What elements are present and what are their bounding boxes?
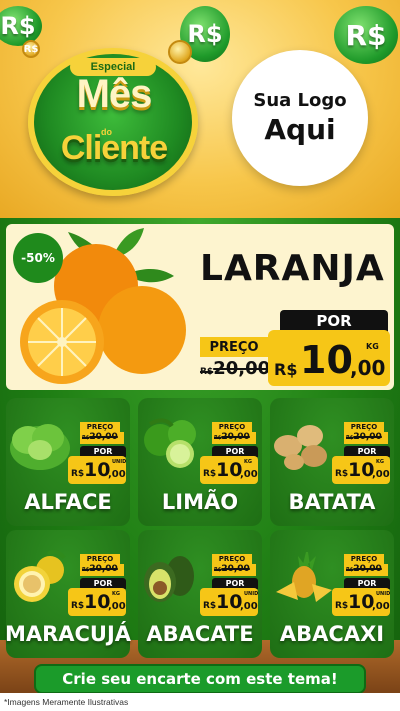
product-unit: UNID <box>244 591 259 597</box>
product-new-rs: R$ <box>203 469 217 479</box>
hero-new-dec: ,00 <box>350 356 386 380</box>
product-new-rs: R$ <box>335 469 349 479</box>
product-new-dec: ,00 <box>240 601 258 612</box>
hero-old-rs: R$ <box>200 367 214 377</box>
hero-new-price: R$ 10 ,00 KG <box>268 330 390 386</box>
product-name: LIMÃO <box>161 490 239 514</box>
money-bag-icon: R$ <box>0 6 42 46</box>
coin-icon: R$ <box>22 40 40 58</box>
product-old-value: 20,00 <box>353 564 382 574</box>
footer-disclaimer: *Imagens Meramente Ilustrativas <box>0 693 400 711</box>
coin-symbol: R$ <box>345 18 387 52</box>
lettuce-image <box>10 424 70 470</box>
product-old-rs: R$ <box>214 567 222 573</box>
coin-symbol: R$ <box>187 20 223 48</box>
product-unit: UNID <box>112 459 127 465</box>
pineapple-image <box>276 552 332 602</box>
product-new-int: 10 <box>84 459 111 481</box>
discount-badge: -50% <box>13 233 63 283</box>
product-preco-label: PREÇO <box>212 554 252 564</box>
lime-image <box>144 418 196 468</box>
potato-image <box>274 425 327 470</box>
coin-symbol: R$ <box>0 12 36 40</box>
product-old-value: 20,00 <box>89 432 118 442</box>
hero-old-price: R$ 20,00 <box>200 358 270 380</box>
product-new-int: 10 <box>216 459 243 481</box>
product-new-price: R$ 10,00 UNID <box>68 456 126 484</box>
product-new-rs: R$ <box>71 469 85 479</box>
logo-placeholder[interactable]: Sua Logo Aqui <box>232 50 368 186</box>
product-old-value: 20,00 <box>89 564 118 574</box>
product-new-dec: ,00 <box>372 469 390 480</box>
product-old-rs: R$ <box>346 567 354 573</box>
product-new-price: R$ 10,00 UNID <box>200 588 258 616</box>
product-name: MARACUJÁ <box>4 622 132 646</box>
product-unit: KG <box>112 591 120 597</box>
product-unit: KG <box>244 459 252 465</box>
product-old-price: R$ 20,00 <box>80 432 124 444</box>
product-new-price: R$ 10,00 KG <box>200 456 258 484</box>
product-new-rs: R$ <box>203 601 217 611</box>
product-new-dec: ,00 <box>372 601 390 612</box>
product-new-dec: ,00 <box>108 601 126 612</box>
product-old-price: R$ 20,00 <box>212 432 256 444</box>
hero-unit: KG <box>366 342 379 351</box>
product-old-price: R$ 20,00 <box>344 564 388 576</box>
passion-fruit-image <box>14 549 66 602</box>
money-bag-icon: R$ <box>334 6 398 64</box>
product-new-price: R$ 10,00 KG <box>332 456 390 484</box>
product-new-dec: ,00 <box>108 469 126 480</box>
product-new-int: 10 <box>84 591 111 613</box>
product-old-value: 20,00 <box>221 564 250 574</box>
product-name: BATATA <box>288 490 376 514</box>
product-new-int: 10 <box>348 591 375 613</box>
product-old-rs: R$ <box>82 567 90 573</box>
hero-new-int: 10 <box>300 338 353 382</box>
avocado-image <box>144 556 194 602</box>
product-name: ALFACE <box>24 490 112 514</box>
product-preco-label: PREÇO <box>212 422 252 432</box>
hero-por-label: POR <box>280 310 388 332</box>
product-name: ABACAXI <box>279 622 385 646</box>
create-flyer-button[interactable]: Crie seu encarte com este tema! <box>34 664 366 694</box>
coin-icon <box>168 40 192 64</box>
product-new-rs: R$ <box>71 601 85 611</box>
product-new-price: R$ 10,00 KG <box>68 588 126 616</box>
hero-product-name: LARANJA <box>200 248 385 289</box>
coin-symbol: R$ <box>23 43 39 55</box>
product-new-price: R$ 10,00 UNID <box>332 588 390 616</box>
product-preco-label: PREÇO <box>80 422 120 432</box>
seal-title-mes: Mês <box>76 72 153 116</box>
product-new-dec: ,00 <box>240 469 258 480</box>
product-new-int: 10 <box>216 591 243 613</box>
hero-old-value: 20,00 <box>213 358 271 379</box>
product-old-rs: R$ <box>82 435 90 441</box>
product-unit: KG <box>376 459 384 465</box>
logo-line1: Sua Logo <box>253 90 347 111</box>
product-old-price: R$ 20,00 <box>80 564 124 576</box>
product-preco-label: PREÇO <box>344 422 384 432</box>
product-old-rs: R$ <box>346 435 354 441</box>
product-preco-label: PREÇO <box>344 554 384 564</box>
seal-title-cliente: Cliente <box>60 129 168 167</box>
product-old-rs: R$ <box>214 435 222 441</box>
product-unit: UNID <box>376 591 391 597</box>
hero-preco-label: PREÇO <box>200 337 268 357</box>
product-old-value: 20,00 <box>221 432 250 442</box>
product-new-rs: R$ <box>335 601 349 611</box>
product-new-int: 10 <box>348 459 375 481</box>
product-preco-label: PREÇO <box>80 554 120 564</box>
hero-new-rs: R$ <box>274 360 298 379</box>
product-old-price: R$ 20,00 <box>344 432 388 444</box>
product-old-value: 20,00 <box>353 432 382 442</box>
logo-line2: Aqui <box>264 113 336 146</box>
product-old-price: R$ 20,00 <box>212 564 256 576</box>
product-name: ABACATE <box>146 622 254 646</box>
